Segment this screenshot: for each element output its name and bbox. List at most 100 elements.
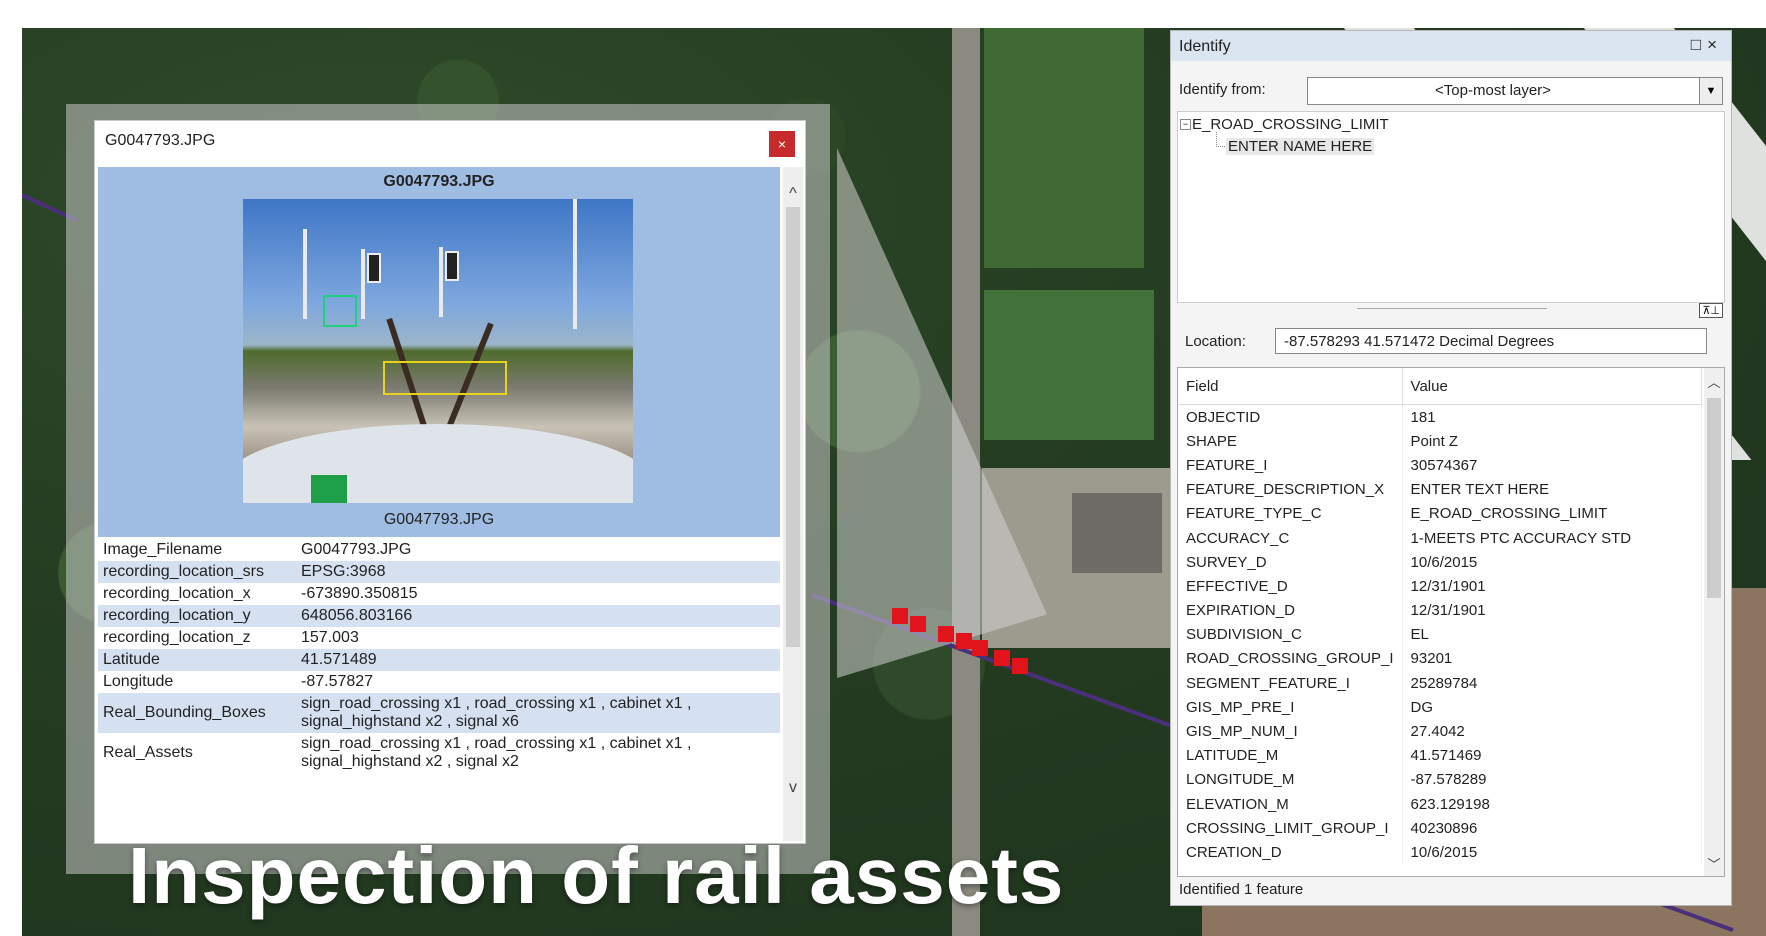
field-name: LATITUDE_M bbox=[1178, 743, 1403, 768]
table-row[interactable]: GIS_MP_PRE_I DG bbox=[1178, 695, 1703, 720]
signal-pole bbox=[439, 247, 443, 317]
field-value: 10/6/2015 bbox=[1402, 550, 1703, 575]
grid-scrollbar[interactable]: ︿ ﹀ bbox=[1704, 368, 1724, 876]
field-value: 10/6/2015 bbox=[1402, 840, 1703, 865]
chevron-up-icon[interactable]: ︿ bbox=[1704, 372, 1724, 391]
track-photo[interactable] bbox=[243, 199, 633, 503]
table-row[interactable]: CROSSING_LIMIT_GROUP_I 40230896 bbox=[1178, 816, 1703, 841]
attr-key: recording_location_z bbox=[103, 629, 251, 646]
field-name: EXPIRATION_D bbox=[1178, 598, 1403, 623]
location-label: Location: bbox=[1185, 333, 1246, 350]
table-row[interactable]: GIS_MP_NUM_I 27.4042 bbox=[1178, 719, 1703, 744]
table-row[interactable]: EFFECTIVE_D 12/31/1901 bbox=[1178, 574, 1703, 599]
scroll-up-icon[interactable]: ^ bbox=[783, 185, 803, 203]
table-row[interactable]: SUBDIVISION_C EL bbox=[1178, 622, 1703, 647]
table-row[interactable]: LONGITUDE_M -87.578289 bbox=[1178, 767, 1703, 792]
field-name: SEGMENT_FEATURE_I bbox=[1178, 671, 1403, 696]
field-name: FEATURE_DESCRIPTION_X bbox=[1178, 477, 1403, 502]
field-value: 181 bbox=[1402, 404, 1703, 430]
scroll-thumb[interactable] bbox=[1707, 398, 1721, 598]
table-row: recording_location_z 157.003 bbox=[98, 627, 780, 649]
attr-key: Longitude bbox=[103, 673, 174, 690]
field-name: ELEVATION_M bbox=[1178, 792, 1403, 817]
table-row[interactable]: SHAPE Point Z bbox=[1178, 429, 1703, 454]
splitter-grip[interactable] bbox=[1357, 308, 1547, 309]
identify-from-dropdown[interactable]: <Top-most layer> ▼ bbox=[1307, 77, 1723, 105]
identify-window[interactable]: Identify □× Identify from: <Top-most lay… bbox=[1170, 30, 1732, 906]
location-field[interactable]: -87.578293 41.571472 Decimal Degrees bbox=[1275, 328, 1707, 354]
crossing-marker[interactable] bbox=[994, 650, 1010, 666]
attr-value: sign_road_crossing x1 , road_crossing x1… bbox=[301, 735, 692, 770]
panel-splitter[interactable]: ⊼⊥ bbox=[1177, 303, 1723, 318]
tree-feature-node[interactable]: ENTER NAME HERE bbox=[1226, 138, 1375, 155]
grid-header: Field Value bbox=[1178, 368, 1703, 405]
attr-key: recording_location_y bbox=[98, 605, 296, 627]
table-row: Latitude 41.571489 bbox=[98, 649, 780, 671]
table-row[interactable]: SURVEY_D 10/6/2015 bbox=[1178, 550, 1703, 575]
field-value: EL bbox=[1402, 622, 1703, 647]
field-value: 623.129198 bbox=[1402, 792, 1703, 817]
attr-value: EPSG:3968 bbox=[296, 561, 780, 583]
signal-light bbox=[367, 253, 381, 283]
table-row[interactable]: FEATURE_I 30574367 bbox=[1178, 453, 1703, 478]
field-name: OBJECTID bbox=[1178, 404, 1403, 430]
photo-popup-window[interactable]: G0047793.JPG × G0047793.JPG G0047793.JPG bbox=[94, 120, 806, 844]
window-controls[interactable]: □× bbox=[1691, 35, 1723, 55]
field-value: 40230896 bbox=[1402, 816, 1703, 841]
field-value: 12/31/1901 bbox=[1402, 598, 1703, 623]
table-row[interactable]: OBJECTID 181 bbox=[1178, 404, 1703, 430]
crossing-marker[interactable] bbox=[892, 608, 908, 624]
collapse-icon[interactable]: − bbox=[1180, 119, 1191, 130]
tree-layer-node[interactable]: E_ROAD_CROSSING_LIMIT bbox=[1192, 116, 1389, 133]
popup-scrollbar[interactable]: ^ v bbox=[783, 167, 803, 841]
grass-field bbox=[984, 290, 1154, 440]
signal-pole bbox=[303, 229, 307, 319]
table-row[interactable]: EXPIRATION_D 12/31/1901 bbox=[1178, 598, 1703, 623]
field-value: 25289784 bbox=[1402, 671, 1703, 696]
grass-field bbox=[984, 28, 1144, 268]
green-marker bbox=[311, 475, 347, 503]
field-name: LONGITUDE_M bbox=[1178, 767, 1403, 792]
field-name: SHAPE bbox=[1178, 429, 1403, 454]
signal-pole bbox=[573, 199, 577, 329]
crossing-marker[interactable] bbox=[956, 633, 972, 649]
field-name: FEATURE_TYPE_C bbox=[1178, 501, 1403, 526]
table-row[interactable]: ACCURACY_C 1-MEETS PTC ACCURACY STD bbox=[1178, 525, 1703, 551]
attribute-grid: Field Value OBJECTID 181 SHAPE Point Z FEAT… bbox=[1177, 367, 1725, 877]
identify-from-label: Identify from: bbox=[1179, 81, 1266, 98]
layout-toggle-icon[interactable]: ⊼⊥ bbox=[1699, 303, 1723, 318]
table-row[interactable]: FEATURE_DESCRIPTION_X ENTER TEXT HERE bbox=[1178, 477, 1703, 502]
image-caption: G0047793.JPG bbox=[383, 511, 495, 528]
col-value-header[interactable]: Value bbox=[1402, 368, 1703, 405]
crossing-marker[interactable] bbox=[1012, 658, 1028, 674]
field-name: SURVEY_D bbox=[1178, 550, 1403, 575]
field-name: FEATURE_I bbox=[1178, 453, 1403, 478]
scroll-down-icon[interactable]: v bbox=[783, 779, 803, 797]
signal-light bbox=[445, 251, 459, 281]
chevron-down-icon[interactable]: ▼ bbox=[1699, 78, 1722, 104]
identify-header: Identify □× bbox=[1171, 31, 1731, 61]
field-name: GIS_MP_NUM_I bbox=[1178, 719, 1403, 744]
table-row[interactable]: ELEVATION_M 623.129198 bbox=[1178, 792, 1703, 817]
table-row[interactable]: SEGMENT_FEATURE_I 25289784 bbox=[1178, 671, 1703, 696]
crossing-marker[interactable] bbox=[972, 640, 988, 656]
table-row: Image_Filename G0047793.JPG bbox=[98, 539, 780, 561]
field-value: 30574367 bbox=[1402, 453, 1703, 478]
crossing-marker[interactable] bbox=[910, 616, 926, 632]
field-name: CREATION_D bbox=[1178, 840, 1403, 865]
chevron-down-icon[interactable]: ﹀ bbox=[1704, 854, 1724, 873]
table-row[interactable]: FEATURE_TYPE_C E_ROAD_CROSSING_LIMIT bbox=[1178, 501, 1703, 526]
close-button[interactable]: × bbox=[769, 131, 795, 157]
signal-pole bbox=[361, 249, 365, 319]
table-row[interactable]: LATITUDE_M 41.571469 bbox=[1178, 743, 1703, 768]
table-row: recording_location_y 648056.803166 bbox=[98, 605, 780, 627]
table-row[interactable]: CREATION_D 10/6/2015 bbox=[1178, 840, 1703, 865]
field-value: ENTER TEXT HERE bbox=[1402, 477, 1703, 502]
detection-box bbox=[383, 361, 507, 395]
scroll-thumb[interactable] bbox=[786, 207, 800, 647]
detection-box bbox=[323, 295, 357, 327]
crossing-marker[interactable] bbox=[938, 626, 954, 642]
attr-key: Real_Assets bbox=[103, 744, 193, 761]
col-field-header[interactable]: Field bbox=[1178, 368, 1403, 405]
table-row[interactable]: ROAD_CROSSING_GROUP_I 93201 bbox=[1178, 646, 1703, 672]
